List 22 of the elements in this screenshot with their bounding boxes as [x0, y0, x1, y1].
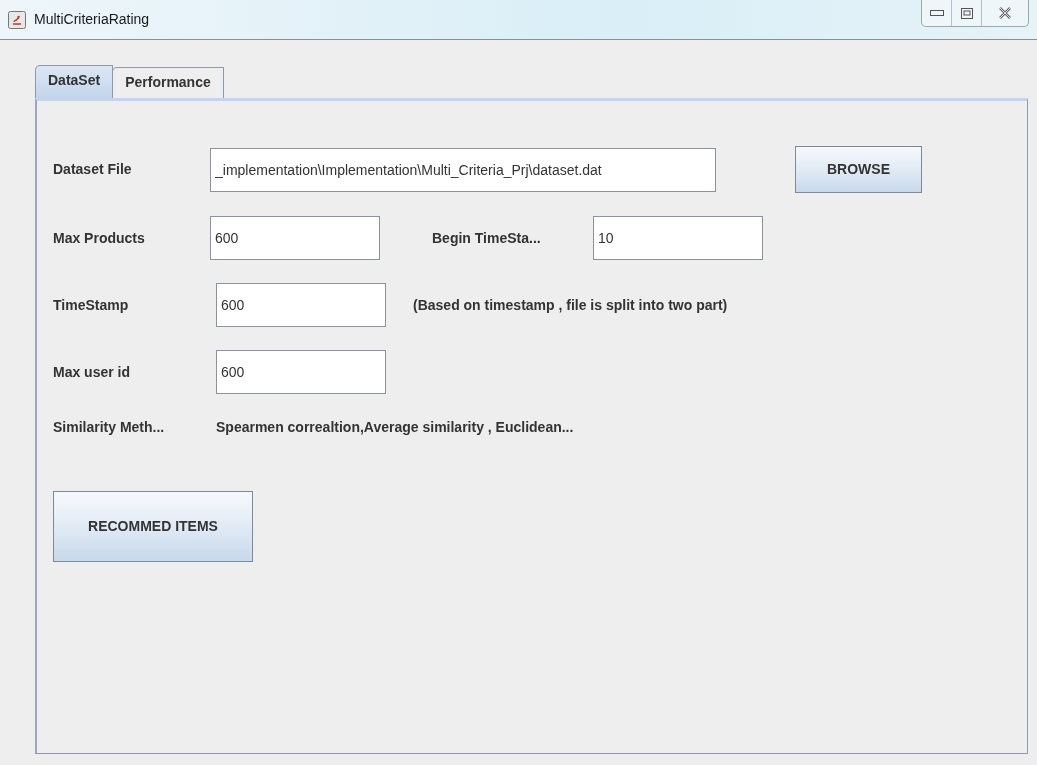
browse-button[interactable]: BROWSE — [795, 146, 922, 193]
tab[interactable]: Performance — [112, 67, 224, 98]
maximize-icon — [960, 7, 973, 19]
close-icon — [998, 7, 1012, 19]
minimize-icon — [929, 10, 944, 16]
text-field[interactable]: 600 — [216, 283, 386, 327]
text-field[interactable]: 600 — [210, 216, 380, 260]
window-title: MultiCriteriaRating — [34, 10, 150, 29]
text-field[interactable]: _implementation\Implementation\Multi_Criteria_Prj\dataset.dat — [210, 147, 716, 192]
field-label: Dataset File — [53, 160, 133, 179]
tab[interactable]: DataSet — [35, 65, 114, 98]
value-text: Spearmen correaltion,Average similarity , Euclidean... — [216, 418, 574, 437]
text-field[interactable]: 600 — [216, 350, 386, 394]
field-label: Begin TimeSta... — [432, 228, 542, 248]
app-icon — [8, 10, 26, 29]
field-label: TimeStamp — [53, 295, 130, 315]
field-label: Similarity Meth... — [53, 418, 166, 437]
recommend-button[interactable]: RECOMMED ITEMS — [53, 491, 253, 562]
field-label: Max user id — [53, 362, 132, 382]
text-field[interactable]: 10 — [593, 216, 763, 260]
field-label: Max Products — [53, 228, 146, 248]
hint-text: (Based on timestamp , file is split into two part) — [413, 295, 728, 315]
